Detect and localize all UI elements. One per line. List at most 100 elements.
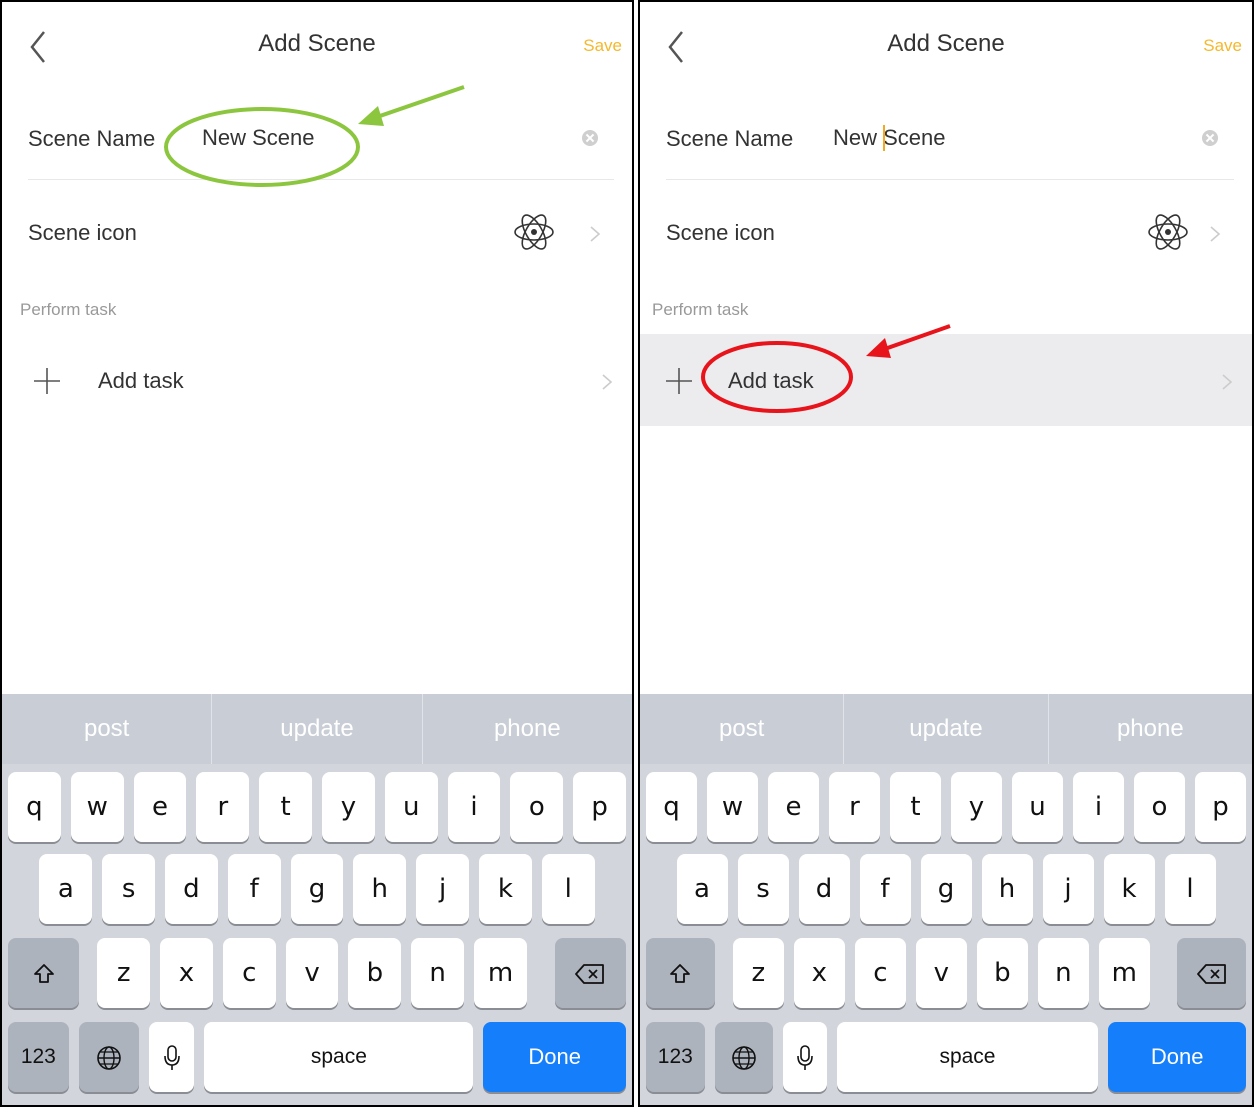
- key-l[interactable]: l: [541, 854, 595, 924]
- perform-task-section-label: Perform task: [20, 300, 117, 319]
- key-b[interactable]: b: [348, 938, 402, 1008]
- key-r[interactable]: r: [196, 772, 250, 842]
- microphone-key[interactable]: [783, 1022, 827, 1092]
- key-k[interactable]: k: [479, 854, 532, 924]
- add-task-row[interactable]: Add task: [640, 334, 1252, 426]
- key-e[interactable]: e: [768, 772, 819, 842]
- clear-icon[interactable]: [582, 130, 598, 146]
- key-w[interactable]: w: [70, 772, 124, 842]
- chevron-right-icon: [590, 226, 601, 242]
- key-t[interactable]: t: [890, 772, 941, 842]
- key-i[interactable]: i: [447, 772, 501, 842]
- numbers-key[interactable]: 123: [8, 1022, 69, 1092]
- divider: [666, 179, 1234, 180]
- key-s[interactable]: s: [737, 854, 789, 924]
- screenshot-comparison: Add Scene Save Scene Name Scene icon Per…: [0, 0, 1254, 1107]
- key-l[interactable]: l: [1164, 854, 1216, 924]
- chevron-right-icon: [1210, 226, 1221, 242]
- done-button[interactable]: Done: [1108, 1022, 1246, 1092]
- scene-icon-row[interactable]: Scene icon: [2, 182, 632, 282]
- suggestion-item[interactable]: phone: [1049, 694, 1252, 764]
- key-e[interactable]: e: [133, 772, 187, 842]
- key-g[interactable]: g: [920, 854, 972, 924]
- key-y[interactable]: y: [322, 772, 375, 842]
- save-button[interactable]: Save: [1203, 36, 1242, 56]
- save-button[interactable]: Save: [583, 36, 622, 56]
- key-j[interactable]: j: [1042, 854, 1094, 924]
- suggestion-item[interactable]: post: [2, 694, 213, 764]
- key-h[interactable]: h: [981, 854, 1033, 924]
- key-z[interactable]: z: [97, 938, 151, 1008]
- key-d[interactable]: d: [798, 854, 850, 924]
- scene-name-input[interactable]: [833, 122, 1093, 154]
- key-m[interactable]: m: [1098, 938, 1150, 1008]
- key-k[interactable]: k: [1103, 854, 1155, 924]
- key-q[interactable]: q: [8, 772, 61, 842]
- key-g[interactable]: g: [290, 854, 344, 924]
- key-b[interactable]: b: [976, 938, 1028, 1008]
- scene-icon-label: Scene icon: [666, 220, 775, 245]
- key-o[interactable]: o: [510, 772, 564, 842]
- key-u[interactable]: u: [1012, 772, 1063, 842]
- key-p[interactable]: p: [573, 772, 626, 842]
- key-t[interactable]: t: [259, 772, 312, 842]
- space-key[interactable]: space: [836, 1022, 1099, 1092]
- perform-task-section-label: Perform task: [652, 300, 749, 319]
- scene-name-input[interactable]: [202, 122, 462, 154]
- key-j[interactable]: j: [416, 854, 469, 924]
- key-o[interactable]: o: [1134, 772, 1185, 842]
- key-y[interactable]: y: [951, 772, 1002, 842]
- key-r[interactable]: r: [829, 772, 880, 842]
- microphone-key[interactable]: [149, 1022, 195, 1092]
- space-key[interactable]: space: [204, 1022, 474, 1092]
- key-n[interactable]: n: [1037, 938, 1089, 1008]
- keyboard: post update phone qwertyuiop asdfghjkl zxc…: [2, 694, 632, 1105]
- nav-header: Add Scene Save: [640, 2, 1252, 90]
- shift-key[interactable]: [8, 938, 80, 1008]
- key-x[interactable]: x: [160, 938, 213, 1008]
- page-title: Add Scene: [258, 30, 376, 57]
- key-d[interactable]: d: [165, 854, 218, 924]
- key-m[interactable]: m: [474, 938, 527, 1008]
- microphone-icon: [164, 1044, 180, 1070]
- key-v[interactable]: v: [285, 938, 339, 1008]
- clear-icon[interactable]: [1202, 130, 1218, 146]
- key-x[interactable]: x: [793, 938, 845, 1008]
- key-n[interactable]: n: [411, 938, 465, 1008]
- suggestion-item[interactable]: phone: [423, 694, 632, 764]
- key-i[interactable]: i: [1073, 772, 1124, 842]
- key-h[interactable]: h: [353, 854, 407, 924]
- shift-key[interactable]: [646, 938, 715, 1008]
- key-v[interactable]: v: [915, 938, 967, 1008]
- globe-key[interactable]: [714, 1022, 774, 1092]
- key-a[interactable]: a: [676, 854, 728, 924]
- chevron-right-icon: [1222, 374, 1233, 390]
- key-p[interactable]: p: [1195, 772, 1246, 842]
- suggestion-item[interactable]: post: [640, 694, 845, 764]
- shift-icon: [670, 963, 691, 983]
- key-a[interactable]: a: [39, 854, 93, 924]
- globe-key[interactable]: [78, 1022, 140, 1092]
- globe-icon: [732, 1045, 756, 1070]
- delete-key[interactable]: [554, 938, 626, 1008]
- scene-icon-label: Scene icon: [28, 220, 137, 245]
- key-s[interactable]: s: [102, 854, 155, 924]
- numbers-key[interactable]: 123: [646, 1022, 705, 1092]
- page-title: Add Scene: [887, 30, 1005, 57]
- add-task-row[interactable]: Add task: [2, 334, 632, 426]
- delete-key[interactable]: [1177, 938, 1246, 1008]
- key-f[interactable]: f: [859, 854, 911, 924]
- key-f[interactable]: f: [227, 854, 281, 924]
- key-u[interactable]: u: [384, 772, 438, 842]
- scene-icon-row[interactable]: Scene icon: [640, 182, 1252, 282]
- key-w[interactable]: w: [707, 772, 758, 842]
- done-button[interactable]: Done: [483, 1022, 626, 1092]
- suggestion-item[interactable]: update: [212, 694, 423, 764]
- key-z[interactable]: z: [732, 938, 784, 1008]
- key-c[interactable]: c: [854, 938, 906, 1008]
- globe-icon: [97, 1045, 121, 1070]
- chevron-right-icon: [602, 374, 613, 390]
- key-q[interactable]: q: [646, 772, 697, 842]
- key-c[interactable]: c: [222, 938, 276, 1008]
- suggestion-item[interactable]: update: [844, 694, 1049, 764]
